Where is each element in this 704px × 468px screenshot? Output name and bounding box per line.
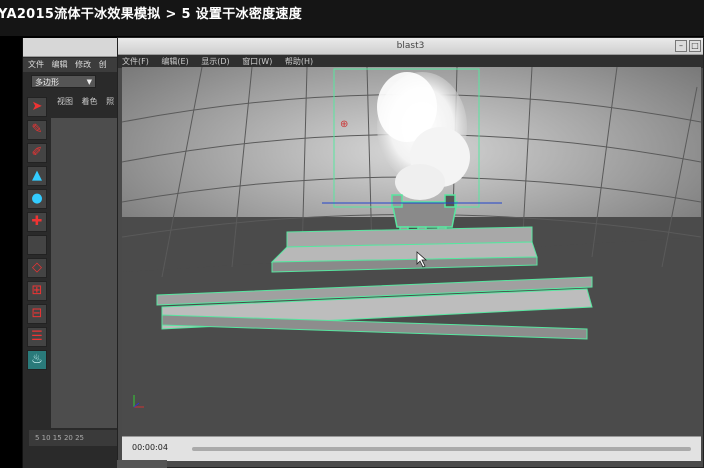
window-controls: – □	[675, 40, 701, 52]
background-viewport[interactable]	[51, 118, 123, 428]
background-maya-window: 文件 编辑 修改 创 多边形 ▼ ➤ ✎ ✐ ▲ ● ✚ ◇ ⊞ ⊟ ☰ ♨ 视…	[22, 38, 123, 468]
layout-stack-icon[interactable]: ☰	[27, 327, 47, 347]
playback-scrubber[interactable]	[192, 447, 691, 451]
bg-menu-modify[interactable]: 修改	[75, 60, 91, 69]
menu-set-value: 多边形	[35, 78, 59, 87]
playblast-window: blast3 – □ 文件(F) 编辑(E) 显示(D) 窗口(W) 帮助(H)	[117, 37, 704, 468]
layout-four-icon[interactable]: ⊞	[27, 281, 47, 301]
playback-bar: 00:00:04	[122, 436, 701, 461]
rotate-tool-icon[interactable]: ●	[27, 189, 47, 209]
minimize-icon[interactable]: –	[675, 40, 687, 52]
move-tool-icon[interactable]: ▲	[27, 166, 47, 186]
time-slider-ticks: 5 10 15 20 25	[35, 434, 84, 442]
panel-menu: 视图 着色 照	[57, 96, 123, 108]
panel-menu-view[interactable]: 视图	[57, 97, 73, 106]
page-title-bar: YA2015流体干冰效果模拟 > 5 设置干冰密度速度	[0, 0, 704, 36]
chevron-down-icon: ▼	[86, 78, 92, 86]
bg-menu-edit[interactable]: 编辑	[52, 60, 68, 69]
paint-tool-icon[interactable]: ✐	[27, 143, 47, 163]
background-menu-bar: 文件 编辑 修改 创	[23, 58, 123, 72]
empty-tool-slot	[27, 235, 47, 255]
page-title: YA2015流体干冰效果模拟 > 5 设置干冰密度速度	[0, 7, 303, 22]
lasso-tool-icon[interactable]: ✎	[27, 120, 47, 140]
playblast-title: blast3	[396, 41, 425, 51]
bg-menu-file[interactable]: 文件	[28, 60, 44, 69]
menu-edit[interactable]: 编辑(E)	[161, 57, 188, 66]
background-window-titlebar	[23, 38, 123, 57]
menu-file[interactable]: 文件(F)	[122, 57, 149, 66]
playback-timecode: 00:00:04	[132, 443, 168, 452]
tool-box: ➤ ✎ ✐ ▲ ● ✚ ◇ ⊞ ⊟ ☰ ♨	[27, 94, 49, 373]
menu-help[interactable]: 帮助(H)	[285, 57, 313, 66]
upper-platform	[270, 226, 538, 273]
menu-display[interactable]: 显示(D)	[201, 57, 229, 66]
locator-marker: ⊕	[340, 119, 348, 130]
scene-render: ⊕	[122, 67, 701, 442]
panel-menu-shading[interactable]: 着色	[82, 97, 98, 106]
playblast-viewport[interactable]: ⊕	[122, 67, 701, 442]
layout-side-icon[interactable]: ⊟	[27, 304, 47, 324]
menu-window[interactable]: 窗口(W)	[242, 57, 272, 66]
menu-set-dropdown[interactable]: 多边形 ▼	[31, 75, 96, 88]
scale-tool-icon[interactable]: ✚	[27, 212, 47, 232]
layout-single-icon[interactable]: ◇	[27, 258, 47, 278]
playblast-titlebar: blast3 – □	[118, 38, 703, 55]
bg-menu-create[interactable]: 创	[99, 60, 107, 69]
maximize-icon[interactable]: □	[689, 40, 701, 52]
panel-menu-lighting[interactable]: 照	[106, 97, 114, 106]
bottom-scrollbar[interactable]	[117, 460, 167, 468]
fluid-shelf-icon[interactable]: ♨	[27, 350, 47, 370]
time-slider[interactable]: 5 10 15 20 25	[29, 430, 123, 446]
select-tool-icon[interactable]: ➤	[27, 97, 47, 117]
